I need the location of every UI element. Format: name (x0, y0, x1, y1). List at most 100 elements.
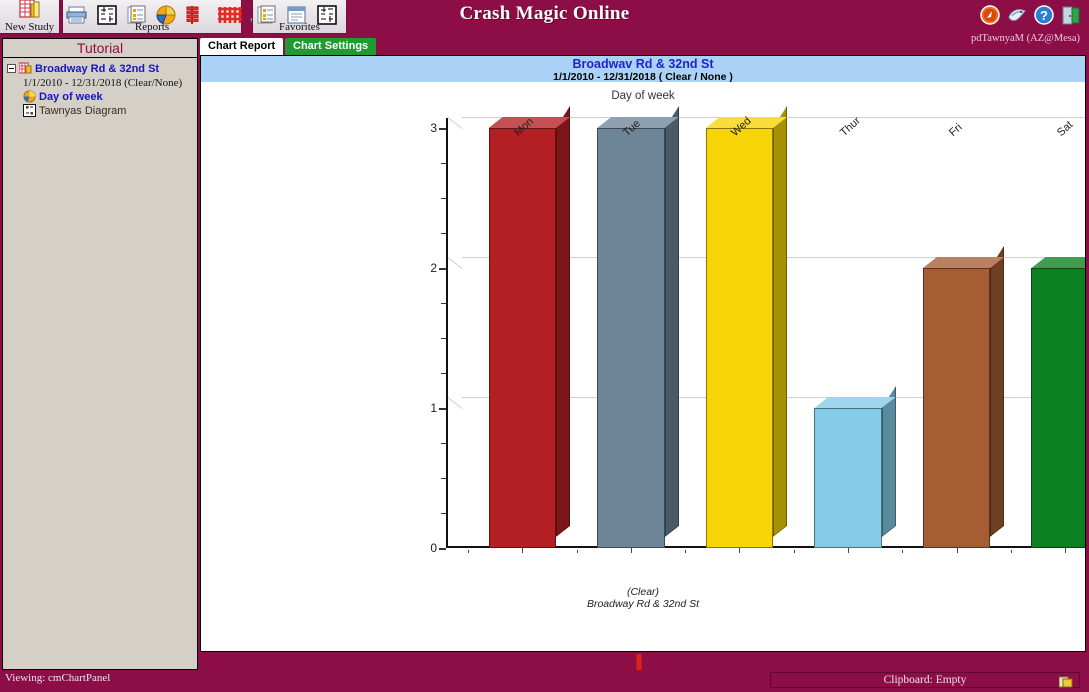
tree-item-tawnyas-diagram[interactable]: Tawnyas Diagram (7, 104, 195, 118)
y-axis-tick (439, 128, 446, 130)
y-axis-line (446, 118, 448, 548)
tab-chart-settings[interactable]: Chart Settings (285, 38, 377, 55)
chart-plot-area: 0123 MonTueWedThurFriSatSun (430, 114, 1085, 555)
tree-item-day-of-week[interactable]: Day of week (7, 90, 195, 104)
chart-bar-front-face (1031, 268, 1085, 548)
clipboard-icon[interactable] (1058, 676, 1073, 688)
x-axis-minor-tick (522, 550, 524, 553)
x-axis-minor-tick (793, 550, 795, 553)
chart-gridline-connector (447, 397, 463, 409)
y-axis-tick (439, 408, 446, 410)
chart-gridline-connector (447, 117, 463, 129)
list-report-icon[interactable] (125, 4, 151, 28)
chart-bar[interactable] (488, 117, 570, 548)
y-axis-minor-tick (441, 303, 446, 304)
tree-item-label: Day of week (39, 91, 103, 103)
diagram-icon (23, 104, 36, 117)
chart-bar-side-face (773, 106, 787, 537)
chart-bar-front-face (922, 268, 991, 548)
chart-bar-side-face (990, 246, 1004, 537)
chart-bar-top-face (1031, 257, 1085, 268)
toolbar-group-favorites: Favorites (252, 0, 347, 34)
status-bar: Viewing: cmChartPanel Clipboard: Empty (0, 670, 1089, 692)
x-axis-minor-tick (902, 550, 904, 553)
chart-gridline-connector (447, 257, 463, 269)
chart-bar-side-face (556, 106, 570, 537)
chart-title: Day of week (611, 90, 675, 102)
chart-bar-top-face (814, 397, 896, 408)
top-right-icon-group: ? (980, 5, 1081, 25)
logout-door-icon[interactable] (1061, 5, 1081, 25)
y-axis-minor-tick (441, 373, 446, 374)
tree-item-study[interactable]: Broadway Rd & 32nd St (7, 62, 195, 76)
chart-footnote-location: Broadway Rd & 32nd St (586, 598, 700, 610)
x-axis-minor-tick (685, 550, 687, 553)
chart-footnote-condition: (Clear) (626, 586, 660, 598)
y-axis-tick-label: 1 (430, 401, 437, 415)
toolbar-group-reports: Reports (62, 0, 302, 34)
chart-bar-front-face (705, 128, 774, 548)
bird-icon[interactable] (1007, 5, 1027, 25)
chart-bar[interactable] (597, 117, 679, 548)
timeline-report-icon[interactable] (185, 4, 211, 28)
y-axis-minor-tick (441, 513, 446, 514)
tab-chart-report[interactable]: Chart Report (200, 38, 284, 55)
svg-text:?: ? (1040, 8, 1048, 23)
sidebar-panel: Tutorial Broadway Rd & 32nd St 1/1/2010 … (2, 38, 198, 670)
pie-chart-report-icon[interactable] (155, 4, 181, 28)
sidebar-heading: Tutorial (3, 39, 197, 58)
y-axis-minor-tick (441, 163, 446, 164)
x-axis-minor-tick (956, 550, 958, 553)
tree-item-daterange: 1/1/2010 - 12/31/2018 (Clear/None) (7, 76, 195, 90)
chart-bar-side-face (882, 386, 896, 537)
tree-item-label: Tawnyas Diagram (39, 105, 127, 117)
status-viewing-text: Viewing: cmChartPanel (5, 672, 111, 684)
x-axis-minor-tick (739, 550, 741, 553)
y-axis-minor-tick (441, 338, 446, 339)
favorites-list-icon[interactable] (255, 4, 281, 28)
chart-bar[interactable] (1031, 257, 1085, 548)
x-axis-label: Fri (946, 121, 965, 139)
chart-bar-front-face (597, 128, 665, 548)
y-axis-tick-label: 3 (430, 121, 437, 135)
y-axis-tick-label: 2 (430, 261, 437, 275)
favorites-diagram-icon[interactable] (315, 4, 341, 28)
grid-report-icon[interactable] (215, 4, 245, 28)
application-window: Crash Magic Online New Study Reports Fav… (0, 0, 1089, 692)
y-axis-tick-label: 0 (430, 541, 437, 555)
chart-bar-front-face (488, 128, 556, 548)
y-axis-minor-tick (441, 478, 446, 479)
report-title: Broadwav Rd & 32nd St (572, 57, 714, 71)
toolbar-group-label-new-study: New Study (4, 21, 55, 33)
print-report-icon[interactable] (65, 4, 91, 28)
pie-chart-icon (23, 90, 36, 103)
status-clipboard-text: Clipboard: Empty (883, 674, 967, 686)
chart-bar[interactable] (814, 397, 896, 548)
chart-bar-top-face (922, 257, 1005, 268)
tree-expander-icon[interactable] (7, 64, 16, 73)
collision-diagram-icon[interactable] (95, 4, 121, 28)
favorites-detail-icon[interactable] (285, 4, 311, 28)
x-axis-minor-tick (1065, 550, 1067, 553)
y-axis-minor-tick (441, 443, 446, 444)
y-axis-minor-tick (441, 198, 446, 199)
toolbar-group-new-study[interactable]: New Study (0, 0, 60, 34)
y-axis-tick (439, 268, 446, 270)
x-axis-label: Thur (838, 114, 863, 139)
status-clipboard: Clipboard: Empty (770, 672, 1080, 688)
compass-icon[interactable] (980, 5, 1000, 25)
tree-item-label: Broadway Rd & 32nd St (35, 63, 160, 75)
x-axis-minor-tick (468, 550, 469, 553)
y-axis-tick (439, 548, 446, 550)
study-tree: Broadway Rd & 32nd St 1/1/2010 - 12/31/2… (3, 58, 197, 118)
main-content: Chart Report Chart Settings Broadwav Rd … (200, 38, 1087, 692)
tree-item-label: 1/1/2010 - 12/31/2018 (Clear/None) (23, 77, 183, 89)
top-toolbar: Crash Magic Online New Study Reports Fav… (0, 0, 1089, 44)
chart-bar-side-face (665, 106, 679, 537)
x-axis-label: Sat (1055, 118, 1076, 139)
chart-bar[interactable] (922, 257, 1005, 548)
chart-bar[interactable] (705, 117, 788, 548)
help-icon[interactable]: ? (1034, 5, 1054, 25)
x-axis-minor-tick (576, 550, 578, 553)
new-study-icon[interactable] (17, 0, 43, 21)
